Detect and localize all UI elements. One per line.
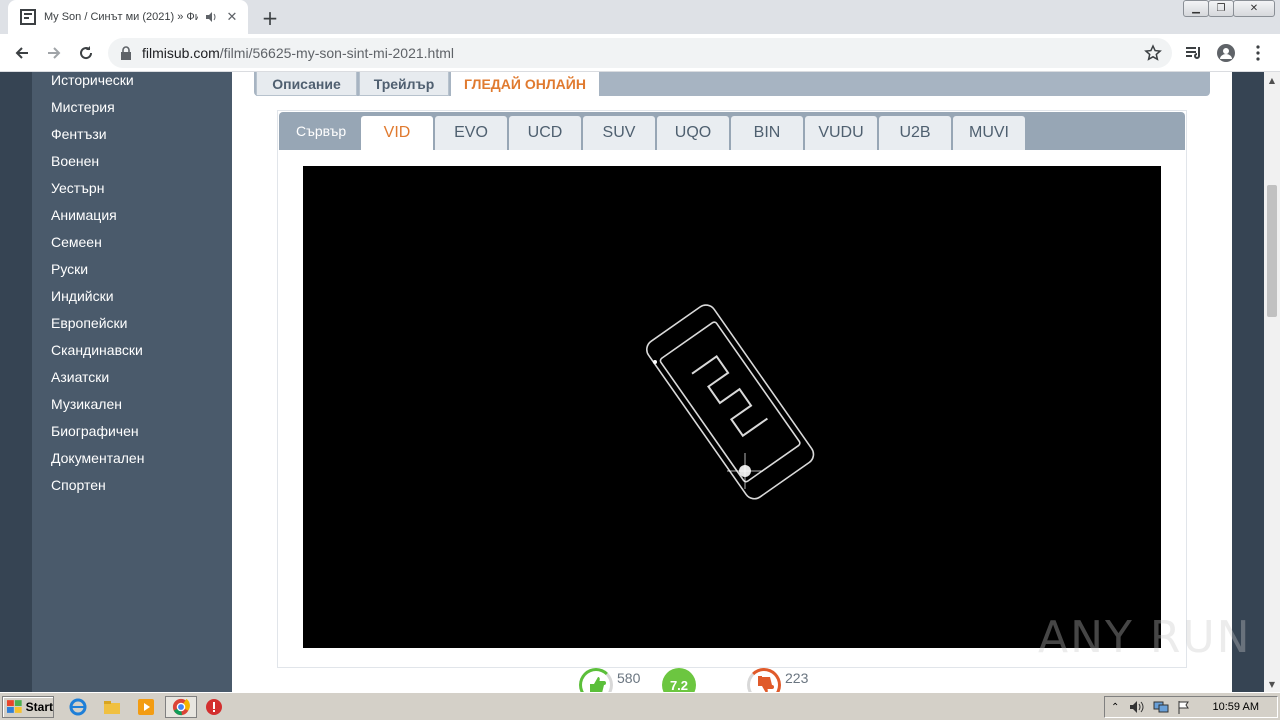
- chrome-taskbar-button[interactable]: [165, 696, 197, 718]
- new-tab-button[interactable]: +: [258, 6, 282, 30]
- sidebar-genre-link[interactable]: Документален: [51, 450, 144, 466]
- menu-dots-icon[interactable]: [1244, 39, 1272, 67]
- sidebar-genre-link[interactable]: Руски: [51, 261, 88, 277]
- sidebar-genre-link[interactable]: Азиатски: [51, 369, 109, 385]
- server-bar: Сървър VID EVO UCD SUV UQO BIN VUDU U2B MUVI: [279, 112, 1185, 150]
- server-tab-bin[interactable]: BIN: [731, 116, 803, 150]
- main-content: Описание Трейлър ГЛЕДАЙ ОНЛАЙН Сървър VI…: [232, 72, 1232, 692]
- player-box: Сървър VID EVO UCD SUV UQO BIN VUDU U2B MUVI: [277, 110, 1187, 668]
- sidebar-genre-link[interactable]: Европейски: [51, 315, 127, 331]
- forward-icon[interactable]: [40, 39, 68, 67]
- server-tab-uqo[interactable]: UQO: [657, 116, 729, 150]
- sidebar-genre-link[interactable]: Индийски: [51, 288, 114, 304]
- score-badge: 7.2: [662, 668, 696, 692]
- browser-toolbar: filmisub.com/filmi/56625-my-son-sint-mi-…: [0, 34, 1280, 72]
- close-tab-icon[interactable]: ✕: [224, 9, 240, 25]
- thumbs-up-icon: [590, 677, 606, 692]
- antivirus-alert-icon[interactable]: [204, 697, 224, 717]
- windows-taskbar: Start ⌃ 10:59 AM: [0, 692, 1280, 720]
- rating-bar: 580 7.2 223: [577, 666, 817, 692]
- browser-tab[interactable]: My Son / Синът ми (2021) » Фи ✕: [8, 0, 248, 34]
- media-control-icon[interactable]: [1180, 39, 1208, 67]
- dislike-button[interactable]: [747, 668, 781, 692]
- anyrun-watermark: ANY RUN: [1038, 612, 1252, 663]
- sidebar-genre-link[interactable]: Уестърн: [51, 180, 104, 196]
- server-tab-ucd[interactable]: UCD: [509, 116, 581, 150]
- sidebar-genre-link[interactable]: Семеен: [51, 234, 102, 250]
- tab-title: My Son / Синът ми (2021) » Фи: [44, 11, 198, 23]
- page-left-margin: [0, 72, 32, 692]
- genre-sidebar: Исторически Мистерия Фентъзи Военен Уестърн А…: [32, 72, 232, 692]
- sidebar-genre-link[interactable]: Фентъзи: [51, 126, 107, 142]
- content-tabs: Описание Трейлър ГЛЕДАЙ ОНЛАЙН: [254, 72, 1210, 96]
- start-button[interactable]: Start: [2, 696, 54, 718]
- sidebar-genre-link[interactable]: Военен: [51, 153, 99, 169]
- like-button[interactable]: [579, 668, 613, 692]
- sidebar-genre-link[interactable]: Исторически: [51, 72, 134, 88]
- system-tray: ⌃ 10:59 AM: [1104, 696, 1278, 718]
- minimize-window-icon[interactable]: ▁: [1183, 0, 1209, 17]
- server-tab-u2b[interactable]: U2B: [879, 116, 951, 150]
- audio-playing-icon[interactable]: [204, 10, 218, 24]
- network-icon[interactable]: [1153, 700, 1169, 714]
- back-icon[interactable]: [8, 39, 36, 67]
- server-tab-evo[interactable]: EVO: [435, 116, 507, 150]
- server-label: Сървър: [296, 123, 347, 139]
- clock: 10:59 AM: [1212, 701, 1259, 713]
- server-tab-vid[interactable]: VID: [361, 116, 433, 150]
- page-viewport: Исторически Мистерия Фентъзи Военен Уестърн А…: [0, 72, 1264, 692]
- browser-tab-strip: My Son / Синът ми (2021) » Фи ✕ + ▁ ❐ ✕: [0, 0, 1280, 34]
- scroll-up-icon[interactable]: ▲: [1264, 72, 1280, 88]
- url-path: /filmi/56625-my-son-sint-mi-2021.html: [219, 45, 454, 61]
- video-player[interactable]: [303, 166, 1161, 648]
- page-right-margin: [1232, 72, 1264, 692]
- chrome-icon: [172, 698, 190, 716]
- bookmark-star-icon[interactable]: [1144, 44, 1162, 62]
- tab-trailer[interactable]: Трейлър: [359, 72, 449, 96]
- scrollbar-thumb[interactable]: [1267, 185, 1277, 317]
- sidebar-genre-link[interactable]: Анимация: [51, 207, 117, 223]
- reload-icon[interactable]: [72, 39, 100, 67]
- site-favicon-icon: [20, 9, 36, 25]
- profile-avatar-icon[interactable]: [1212, 39, 1240, 67]
- address-bar[interactable]: filmisub.com/filmi/56625-my-son-sint-mi-…: [108, 38, 1172, 68]
- lock-icon[interactable]: [120, 46, 132, 60]
- media-player-icon[interactable]: [136, 697, 156, 717]
- tab-description[interactable]: Описание: [256, 72, 357, 96]
- likes-count: 580: [617, 670, 641, 686]
- dislikes-count: 223: [785, 670, 809, 686]
- volume-icon[interactable]: [1129, 700, 1145, 714]
- file-explorer-icon[interactable]: [102, 697, 122, 717]
- page-scrollbar[interactable]: ▲ ▼: [1264, 72, 1280, 692]
- loading-phone-icon: [646, 304, 815, 500]
- sidebar-genre-link[interactable]: Музикален: [51, 396, 122, 412]
- action-center-flag-icon[interactable]: [1177, 700, 1191, 714]
- server-tab-suv[interactable]: SUV: [583, 116, 655, 150]
- server-tab-vudu[interactable]: VUDU: [805, 116, 877, 150]
- scroll-down-icon[interactable]: ▼: [1264, 676, 1280, 692]
- restore-window-icon[interactable]: ❐: [1208, 0, 1234, 17]
- sidebar-genre-link[interactable]: Спортен: [51, 477, 106, 493]
- server-tab-muvi[interactable]: MUVI: [953, 116, 1025, 150]
- sidebar-genre-link[interactable]: Скандинавски: [51, 342, 143, 358]
- start-label: Start: [25, 700, 53, 714]
- windows-logo-icon: [7, 700, 22, 713]
- url-domain: filmisub.com: [142, 45, 220, 61]
- thumbs-down-icon: [758, 676, 774, 692]
- close-window-icon[interactable]: ✕: [1233, 0, 1275, 17]
- tray-expand-icon[interactable]: ⌃: [1111, 702, 1119, 713]
- tab-watch-online[interactable]: ГЛЕДАЙ ОНЛАЙН: [451, 72, 599, 96]
- sidebar-genre-link[interactable]: Биографичен: [51, 423, 139, 439]
- internet-explorer-icon[interactable]: [68, 697, 88, 717]
- url-text: filmisub.com/filmi/56625-my-son-sint-mi-…: [142, 45, 454, 61]
- sidebar-genre-link[interactable]: Мистерия: [51, 99, 115, 115]
